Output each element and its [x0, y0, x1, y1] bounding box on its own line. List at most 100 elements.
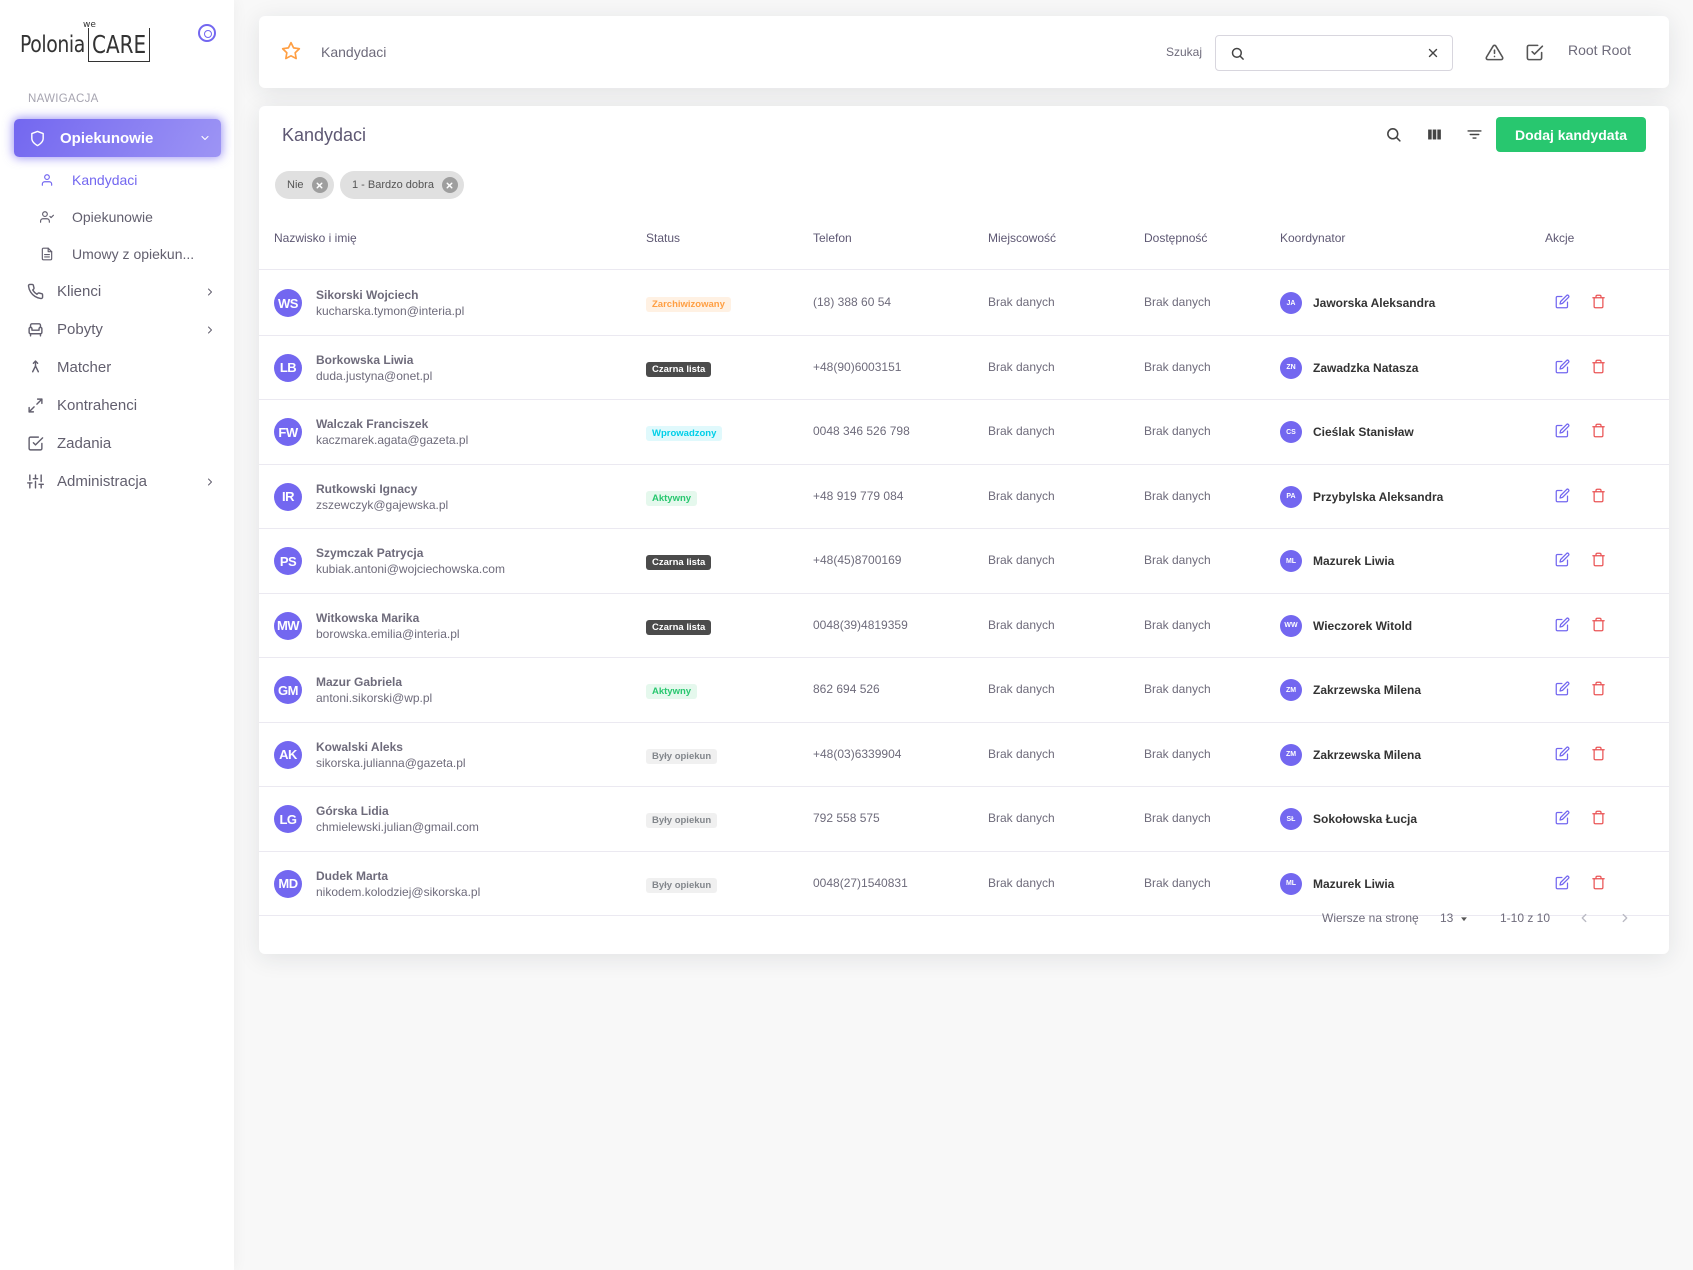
- edit-icon[interactable]: [1555, 810, 1570, 830]
- sidebar-group-opiekunowie[interactable]: Opiekunowie: [14, 119, 221, 157]
- candidate-name[interactable]: Górska Lidia: [316, 804, 389, 818]
- city-cell: Brak danych: [988, 424, 1055, 438]
- rows-per-page-select[interactable]: 13: [1440, 911, 1453, 925]
- chevron-right-icon[interactable]: [1618, 911, 1632, 930]
- check-square-icon[interactable]: [1525, 43, 1544, 67]
- candidate-name[interactable]: Kowalski Aleks: [316, 740, 403, 754]
- trash-icon[interactable]: [1591, 810, 1606, 830]
- column-header-actions: Akcje: [1545, 231, 1575, 245]
- table-row[interactable]: LG Górska Lidia chmielewski.julian@gmail.c…: [259, 787, 1669, 852]
- chip-remove-icon[interactable]: [311, 177, 328, 193]
- edit-icon[interactable]: [1555, 617, 1570, 637]
- edit-icon[interactable]: [1555, 681, 1570, 701]
- alert-triangle-icon[interactable]: [1485, 43, 1504, 67]
- trash-icon[interactable]: [1591, 746, 1606, 766]
- city-cell: Brak danych: [988, 488, 1055, 503]
- sidebar-item-zadania[interactable]: Zadania: [26, 430, 216, 456]
- candidate-name[interactable]: Borkowska Liwia: [316, 353, 413, 367]
- user-check-icon: [38, 208, 56, 226]
- table-row[interactable]: AK Kowalski Aleks sikorska.julianna@gazeta…: [259, 723, 1669, 787]
- candidate-name[interactable]: Rutkowski Ignacy: [316, 482, 417, 496]
- filter-icon[interactable]: [1466, 126, 1483, 148]
- edit-icon[interactable]: [1555, 359, 1570, 379]
- column-header-city[interactable]: Miejscowość: [988, 231, 1056, 245]
- table-row[interactable]: FW Walczak Franciszek kaczmarek.agata@gaze…: [259, 400, 1669, 465]
- brand-logo[interactable]: we Polonia CARE: [20, 20, 160, 62]
- chevron-left-icon[interactable]: [1577, 911, 1591, 930]
- sidebar-collapse-toggle-icon[interactable]: [198, 24, 216, 42]
- column-header-coordinator[interactable]: Koordynator: [1280, 231, 1345, 245]
- edit-icon[interactable]: [1555, 552, 1570, 572]
- sidebar-subitem-umowy[interactable]: Umowy z opiekun...: [38, 242, 194, 266]
- table-row[interactable]: WS Sikorski Wojciech kucharska.tymon@inter…: [259, 271, 1669, 336]
- add-candidate-button[interactable]: Dodaj kandydata: [1496, 117, 1646, 152]
- phone-cell: +48(90)6003151: [813, 359, 902, 374]
- table-row[interactable]: GM Mazur Gabriela antoni.sikorski@wp.pl Akt…: [259, 658, 1669, 723]
- candidate-name[interactable]: Dudek Marta: [316, 869, 388, 883]
- user-name[interactable]: Root Root: [1568, 42, 1631, 58]
- pagination: Wiersze na stronę 13 1-10 z 10: [259, 892, 1669, 936]
- column-header-availability[interactable]: Dostępność: [1144, 231, 1207, 245]
- availability-cell: Brak danych: [1144, 682, 1211, 696]
- sidebar-item-matcher[interactable]: Matcher: [26, 354, 216, 380]
- candidate-email: sikorska.julianna@gazeta.pl: [316, 755, 466, 770]
- filter-chip[interactable]: 1 - Bardzo dobra: [340, 171, 464, 199]
- column-header-phone[interactable]: Telefon: [813, 231, 852, 245]
- close-icon[interactable]: [1426, 46, 1440, 65]
- table-row[interactable]: MW Witkowska Marika borowska.emilia@interi…: [259, 594, 1669, 658]
- trash-icon[interactable]: [1591, 359, 1606, 379]
- trash-icon[interactable]: [1591, 294, 1606, 314]
- sidebar-item-administracja[interactable]: Administracja: [26, 468, 216, 494]
- avatar: LB: [274, 353, 302, 382]
- column-header-status[interactable]: Status: [646, 231, 680, 245]
- trash-icon[interactable]: [1591, 681, 1606, 701]
- trash-icon[interactable]: [1591, 552, 1606, 572]
- coordinator-name: Cieślak Stanisław: [1313, 425, 1414, 439]
- city-cell: Brak danych: [988, 682, 1055, 696]
- sidebar-item-label: Zadania: [57, 434, 112, 452]
- column-header-name[interactable]: Nazwisko i imię: [274, 231, 357, 245]
- page-range: 1-10 z 10: [1500, 911, 1551, 925]
- candidate-name[interactable]: Witkowska Marika: [316, 611, 419, 625]
- phone-cell: +48(45)8700169: [813, 553, 902, 567]
- phone-cell: (18) 388 60 54: [813, 295, 892, 309]
- search-input[interactable]: [1256, 42, 1416, 66]
- sidebar-item-kontrahenci[interactable]: Kontrahenci: [26, 392, 216, 418]
- coordinator-avatar: JA: [1280, 292, 1302, 314]
- status-badge: Były opiekun: [646, 748, 718, 764]
- file-icon: [38, 245, 56, 263]
- candidate-name[interactable]: Walczak Franciszek: [316, 417, 428, 431]
- candidate-name[interactable]: Sikorski Wojciech: [316, 288, 419, 302]
- candidate-email: kucharska.tymon@interia.pl: [316, 304, 465, 318]
- filter-chip[interactable]: Nie: [275, 171, 334, 199]
- candidate-name[interactable]: Mazur Gabriela: [316, 675, 402, 689]
- sidebar-item-label: Kontrahenci: [57, 396, 138, 414]
- table-row[interactable]: PS Szymczak Patrycja kubiak.antoni@wojciec…: [259, 529, 1669, 594]
- sidebar-item-label: Administracja: [57, 472, 148, 490]
- sidebar-item-label: Matcher: [57, 358, 112, 376]
- coordinator-avatar: ZM: [1280, 679, 1302, 701]
- candidate-email: kubiak.antoni@wojciechowska.com: [316, 562, 505, 576]
- edit-icon[interactable]: [1555, 294, 1570, 314]
- merge-icon: [26, 358, 44, 376]
- caret-down-icon[interactable]: [1459, 911, 1469, 929]
- chip-remove-icon[interactable]: [441, 177, 458, 193]
- edit-icon[interactable]: [1555, 423, 1570, 443]
- table-row[interactable]: LB Borkowska Liwia duda.justyna@onet.pl Cza…: [259, 336, 1669, 400]
- sidebar-item-klienci[interactable]: Klienci: [26, 278, 216, 304]
- table-row[interactable]: IR Rutkowski Ignacy zszewczyk@gajewska.pl A…: [259, 465, 1669, 529]
- availability-cell: Brak danych: [1144, 746, 1211, 761]
- trash-icon[interactable]: [1591, 488, 1606, 508]
- columns-icon[interactable]: [1426, 126, 1443, 148]
- trash-icon[interactable]: [1591, 617, 1606, 637]
- search-icon[interactable]: [1385, 126, 1402, 148]
- star-icon[interactable]: [281, 41, 301, 66]
- sidebar-subitem-kandydaci[interactable]: Kandydaci: [38, 168, 137, 192]
- edit-icon[interactable]: [1555, 488, 1570, 508]
- sidebar-subitem-opiekunowie[interactable]: Opiekunowie: [38, 205, 153, 229]
- sidebar-item-pobyty[interactable]: Pobyty: [26, 316, 216, 342]
- trash-icon[interactable]: [1591, 423, 1606, 443]
- candidate-email: chmielewski.julian@gmail.com: [316, 820, 479, 834]
- candidate-name[interactable]: Szymczak Patrycja: [316, 546, 423, 560]
- edit-icon[interactable]: [1555, 746, 1570, 766]
